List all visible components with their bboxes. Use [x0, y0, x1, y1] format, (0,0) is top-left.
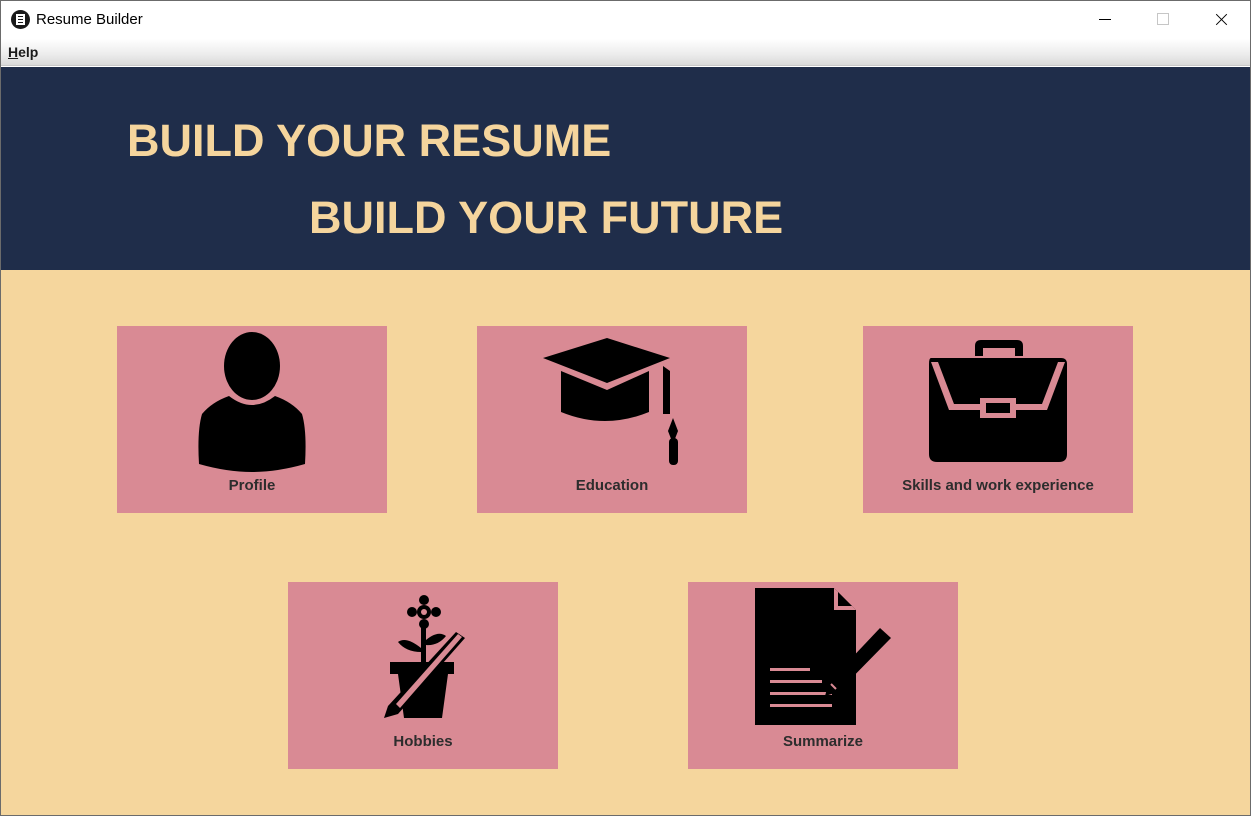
skills-experience-button[interactable]: Skills and work experience: [863, 326, 1133, 513]
main-content: Profile Education Skills and work experi…: [1, 270, 1250, 815]
skills-experience-label: Skills and work experience: [902, 477, 1094, 494]
menu-help[interactable]: Help: [8, 44, 38, 60]
window-title: Resume Builder: [36, 11, 143, 28]
summarize-label: Summarize: [782, 733, 864, 750]
briefcase-icon: [863, 326, 1133, 476]
profile-button[interactable]: Profile: [117, 326, 387, 513]
person-icon: [117, 326, 387, 476]
menu-bar: Help: [1, 39, 1250, 66]
close-button[interactable]: [1191, 1, 1249, 39]
headline-build-future: BUILD YOUR FUTURE: [309, 192, 784, 243]
hobbies-button[interactable]: Hobbies: [288, 582, 558, 769]
headline-build-resume: BUILD YOUR RESUME: [127, 115, 612, 166]
minimize-button[interactable]: [1075, 1, 1133, 39]
menu-help-mnemonic: H: [8, 44, 19, 60]
profile-label: Profile: [228, 477, 276, 494]
header-banner: BUILD YOUR RESUME BUILD YOUR FUTURE: [1, 67, 1250, 270]
flower-pot-icon: [288, 582, 558, 732]
document-pencil-icon: [688, 582, 958, 732]
resume-doc-icon: [11, 10, 30, 29]
menu-help-label: elp: [18, 44, 39, 60]
graduation-cap-icon: [477, 326, 747, 476]
app-window: Resume Builder Help BUILD YOUR RESUME BU…: [0, 0, 1251, 816]
maximize-button[interactable]: [1133, 1, 1191, 39]
education-label: Education: [575, 477, 649, 494]
title-bar[interactable]: Resume Builder: [1, 1, 1250, 39]
education-button[interactable]: Education: [477, 326, 747, 513]
hobbies-label: Hobbies: [393, 733, 453, 750]
summarize-button[interactable]: Summarize: [688, 582, 958, 769]
